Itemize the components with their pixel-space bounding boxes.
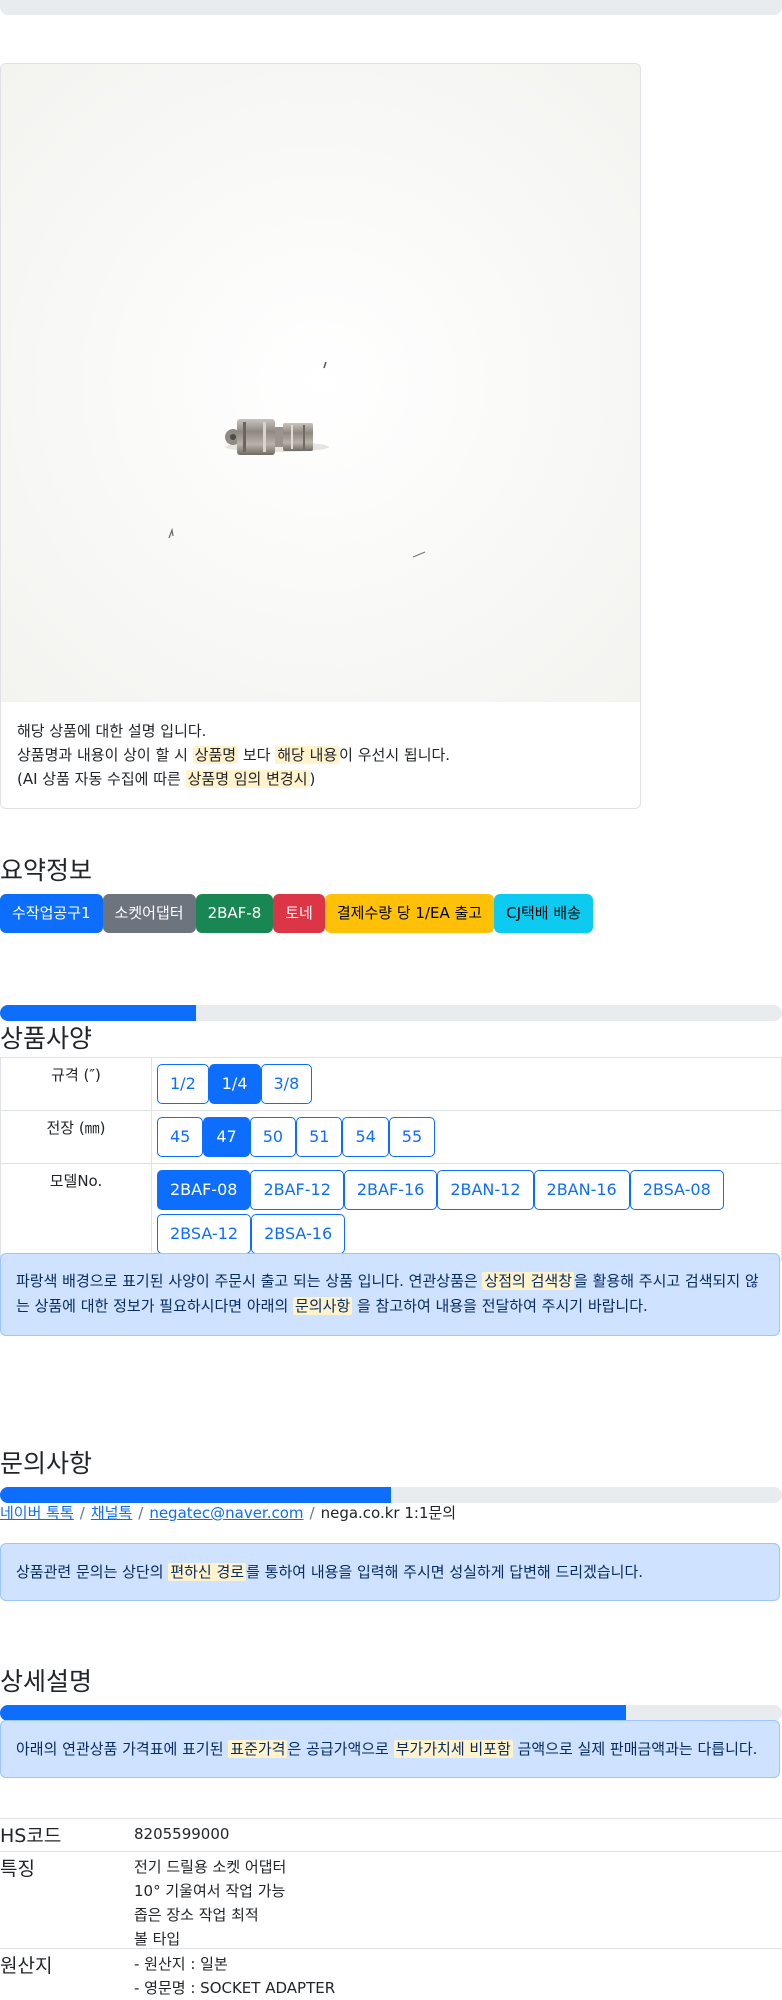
spec-label: 모델No. xyxy=(0,1163,152,1261)
product-card: 해당 상품에 대한 설명 입니다. 상품명과 내용이 상이 할 시 상품명 보다… xyxy=(0,63,641,809)
notice-text: 파랑색 배경으로 표기된 사양이 주문시 출고 되는 상품 입니다. 연관상품은 xyxy=(16,1272,483,1290)
spec-option-47[interactable]: 47 xyxy=(203,1117,250,1157)
highlight-name-change: 상품명 임의 변경시 xyxy=(185,770,310,788)
spec-option-2baf-08[interactable]: 2BAF-08 xyxy=(157,1170,251,1210)
feature-item: 좁은 장소 작업 최적 xyxy=(134,1906,259,1924)
badge-product-type[interactable]: 소켓어댑터 xyxy=(102,894,196,933)
spec-row-size: 규격 (″) 1/2 1/4 3/8 xyxy=(0,1057,782,1111)
top-progress-bar xyxy=(0,0,782,15)
spec-option-2bsa-12[interactable]: 2BSA-12 xyxy=(157,1214,252,1254)
notice-text: 금액으로 실제 판매금액과는 다릅니다. xyxy=(512,1740,758,1758)
badge-quantity[interactable]: 결제수량 당 1/EA 출고 xyxy=(324,894,495,933)
description-text: 보다 xyxy=(238,746,276,764)
highlight-search-box: 상점의 검색창 xyxy=(482,1272,575,1290)
spec-option-55[interactable]: 55 xyxy=(388,1117,436,1157)
spec-progress-bar xyxy=(0,1005,782,1021)
spec-option-2bsa-16[interactable]: 2BSA-16 xyxy=(251,1214,346,1254)
origin-label: 원산지 xyxy=(0,1955,53,1977)
site-inquiry-text: nega.co.kr 1:1문의 xyxy=(320,1504,457,1522)
spec-option-51[interactable]: 51 xyxy=(296,1117,343,1157)
detail-progress-bar xyxy=(0,1705,782,1721)
description-line: (AI 상품 자동 수집에 따른 상품명 임의 변경시) xyxy=(17,767,450,791)
spec-option-2ban-16[interactable]: 2BAN-16 xyxy=(533,1170,630,1210)
hs-code-value: 8205599000 xyxy=(134,1825,230,1843)
spec-option-2ban-12[interactable]: 2BAN-12 xyxy=(437,1170,534,1210)
link-email[interactable]: negatec@naver.com xyxy=(149,1504,303,1522)
inquiry-progress-fill xyxy=(0,1487,391,1503)
spec-option-50[interactable]: 50 xyxy=(249,1117,297,1157)
notice-text: 상품관련 문의는 상단의 xyxy=(16,1563,169,1581)
inquiry-notice: 상품관련 문의는 상단의 편하신 경로 를 통하여 내용을 입력해 주시면 성실하… xyxy=(0,1543,780,1601)
description-text: 상품명과 내용이 상이 할 시 xyxy=(17,746,193,764)
spec-option-3-8[interactable]: 3/8 xyxy=(260,1064,313,1104)
spec-table: 규격 (″) 1/2 1/4 3/8 전장 (㎜) 45 47 50 51 54 55 모델N… xyxy=(0,1057,782,1261)
badge-category[interactable]: 수작업공구1 xyxy=(0,894,103,933)
badge-brand[interactable]: 토네 xyxy=(273,894,325,933)
inquiry-title: 문의사항 xyxy=(0,1449,93,1478)
notice-text: 을 참고하여 내용을 전달하여 주시기 바랍니다. xyxy=(352,1297,648,1315)
spec-row-length: 전장 (㎜) 45 47 50 51 54 55 xyxy=(0,1110,782,1164)
spec-label: 전장 (㎜) xyxy=(0,1110,152,1164)
notice-text: 를 통하여 내용을 입력해 주시면 성실하게 답변해 드리겠습니다. xyxy=(246,1563,644,1581)
detail-notice: 아래의 연관상품 가격표에 표기된 표준가격 은 공급가액으로 부가가치세 비포함… xyxy=(0,1720,780,1778)
spec-option-2baf-16[interactable]: 2BAF-16 xyxy=(343,1170,438,1210)
spec-option-2bsa-08[interactable]: 2BSA-08 xyxy=(629,1170,724,1210)
origin-item: - 영문명 : SOCKET ADAPTER xyxy=(134,1979,336,1997)
origin-item: - 원산지 : 일본 xyxy=(134,1955,228,1973)
highlight-standard-price: 표준가격 xyxy=(228,1740,288,1758)
spec-option-45[interactable]: 45 xyxy=(157,1117,204,1157)
separator: / xyxy=(79,1504,85,1522)
description-text: (AI 상품 자동 수집에 따른 xyxy=(17,770,186,788)
spec-option-54[interactable]: 54 xyxy=(342,1117,389,1157)
features-label: 특징 xyxy=(0,1858,35,1880)
spec-option-1-2[interactable]: 1/2 xyxy=(157,1064,209,1104)
inquiry-links: 네이버 톡톡 / 채널톡 / negatec@naver.com / nega.co.kr … xyxy=(0,1502,456,1523)
badge-model[interactable]: 2BAF-8 xyxy=(195,894,274,933)
origin-row: 원산지 - 원산지 : 일본 - 영문명 : SOCKET ADAPTER xyxy=(0,1948,782,1999)
badge-shipping[interactable]: CJ택배 배송 xyxy=(494,894,593,933)
highlight-vat-excluded: 부가가치세 비포함 xyxy=(393,1740,513,1758)
spec-options: 1/2 1/4 3/8 xyxy=(151,1057,782,1111)
separator: / xyxy=(138,1504,144,1522)
highlight-convenient-route: 편하신 경로 xyxy=(168,1563,247,1581)
spec-label: 규격 (″) xyxy=(0,1057,152,1111)
description-text: ) xyxy=(309,770,316,788)
detail-progress-fill xyxy=(0,1705,626,1721)
spec-title: 상품사양 xyxy=(0,1024,93,1053)
description-text: 이 우선시 됩니다. xyxy=(339,746,451,764)
hs-code-label: HS코드 xyxy=(0,1825,62,1847)
spec-row-model: 모델No. 2BAF-08 2BAF-12 2BAF-16 2BAN-12 2BAN-1… xyxy=(0,1163,782,1261)
product-image xyxy=(1,64,640,702)
notice-text: 아래의 연관상품 가격표에 표기된 xyxy=(16,1740,229,1758)
summary-badges: 수작업공구1 소켓어댑터 2BAF-8 토네 결제수량 당 1/EA 출고 CJ… xyxy=(0,894,593,933)
highlight-inquiry: 문의사항 xyxy=(293,1297,353,1315)
spec-options: 45 47 50 51 54 55 xyxy=(151,1110,782,1164)
spec-notice: 파랑색 배경으로 표기된 사양이 주문시 출고 되는 상품 입니다. 연관상품은… xyxy=(0,1253,780,1336)
link-naver-talk[interactable]: 네이버 톡톡 xyxy=(0,1504,74,1522)
product-description: 해당 상품에 대한 설명 입니다. 상품명과 내용이 상이 할 시 상품명 보다… xyxy=(17,719,450,791)
separator: / xyxy=(309,1504,315,1522)
features-row: 특징 전기 드릴용 소켓 어댑터 10° 기울여서 작업 가능 좁은 장소 작업… xyxy=(0,1851,782,1952)
feature-item: 전기 드릴용 소켓 어댑터 xyxy=(134,1858,287,1876)
notice-text: 은 공급가액으로 xyxy=(287,1740,394,1758)
feature-item: 10° 기울여서 작업 가능 xyxy=(134,1882,286,1900)
spec-option-2baf-12[interactable]: 2BAF-12 xyxy=(250,1170,344,1210)
link-channel-talk[interactable]: 채널톡 xyxy=(91,1504,132,1522)
highlight-content: 해당 내용 xyxy=(275,746,340,764)
spec-option-1-4[interactable]: 1/4 xyxy=(208,1064,261,1104)
features-list: 전기 드릴용 소켓 어댑터 10° 기울여서 작업 가능 좁은 장소 작업 최적… xyxy=(134,1855,286,1951)
hs-code-row: HS코드 8205599000 xyxy=(0,1818,782,1851)
origin-list: - 원산지 : 일본 - 영문명 : SOCKET ADAPTER xyxy=(134,1952,335,2000)
description-line: 상품명과 내용이 상이 할 시 상품명 보다 해당 내용 이 우선시 됩니다. xyxy=(17,743,450,767)
highlight-product-name: 상품명 xyxy=(192,746,239,764)
summary-title: 요약정보 xyxy=(0,856,93,885)
detail-title: 상세설명 xyxy=(0,1667,93,1696)
description-text: 해당 상품에 대한 설명 입니다. xyxy=(17,722,207,740)
spec-options: 2BAF-08 2BAF-12 2BAF-16 2BAN-12 2BAN-16 2BSA-… xyxy=(151,1163,782,1261)
inquiry-progress-bar xyxy=(0,1487,782,1503)
description-line: 해당 상품에 대한 설명 입니다. xyxy=(17,719,450,743)
